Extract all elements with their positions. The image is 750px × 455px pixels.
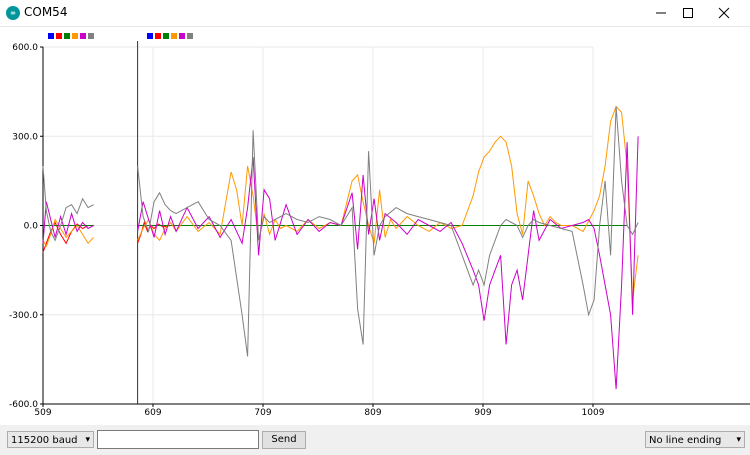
legend-swatch	[80, 33, 86, 39]
legend-swatch	[179, 33, 185, 39]
plot-canvas: 600.0300.00.0-300.0-600.0509 609 709 809 909…	[9, 33, 750, 418]
close-icon	[718, 7, 730, 19]
x-tick-label: 909	[474, 408, 491, 418]
chevron-down-icon: ▾	[85, 435, 90, 445]
line-ending-select[interactable]: No line ending ▾	[645, 431, 745, 448]
legend-swatch	[56, 33, 62, 39]
legend-swatch	[163, 33, 169, 39]
y-tick-label: -300.0	[9, 311, 38, 321]
legend-swatch	[48, 33, 54, 39]
x-tick-label: 509	[34, 408, 51, 418]
arduino-logo-icon: ∞	[6, 6, 20, 20]
x-tick-label: 709	[254, 408, 271, 418]
legend-swatch	[187, 33, 193, 39]
chevron-down-icon: ▾	[736, 435, 741, 445]
serial-plotter: 600.0 300.0 0.0 -300.0 -600.0 509 609 709 809 909…	[0, 27, 750, 419]
message-input[interactable]	[97, 430, 259, 449]
legend-swatch	[171, 33, 177, 39]
y-tick-label: 300.0	[12, 132, 38, 142]
series-line	[42, 105, 639, 300]
legend-swatch	[72, 33, 78, 39]
window-title: COM54	[24, 5, 68, 19]
close-button[interactable]	[706, 0, 742, 26]
y-tick-label: 0.0	[24, 222, 39, 232]
maximize-icon	[683, 8, 693, 18]
legend-swatch	[88, 33, 94, 39]
x-tick-label: 809	[364, 408, 381, 418]
legend-swatch	[147, 33, 153, 39]
maximize-button[interactable]	[670, 0, 706, 26]
baud-rate-value: 115200 baud	[11, 435, 78, 446]
send-button[interactable]: Send	[262, 431, 306, 449]
title-bar: ∞ COM54	[0, 0, 750, 27]
series-line	[42, 220, 628, 253]
legend-swatch	[155, 33, 161, 39]
bottom-toolbar: 115200 baud ▾ Send No line ending ▾	[0, 425, 750, 455]
x-tick-label: 1009	[582, 408, 605, 418]
series-line	[42, 136, 639, 390]
baud-rate-select[interactable]: 115200 baud ▾	[7, 431, 94, 448]
y-tick-label: 600.0	[12, 43, 38, 53]
legend-swatch	[64, 33, 70, 39]
line-ending-value: No line ending	[649, 435, 722, 446]
minimize-icon	[656, 12, 666, 14]
series-line	[42, 106, 639, 357]
x-tick-label: 609	[144, 408, 161, 418]
